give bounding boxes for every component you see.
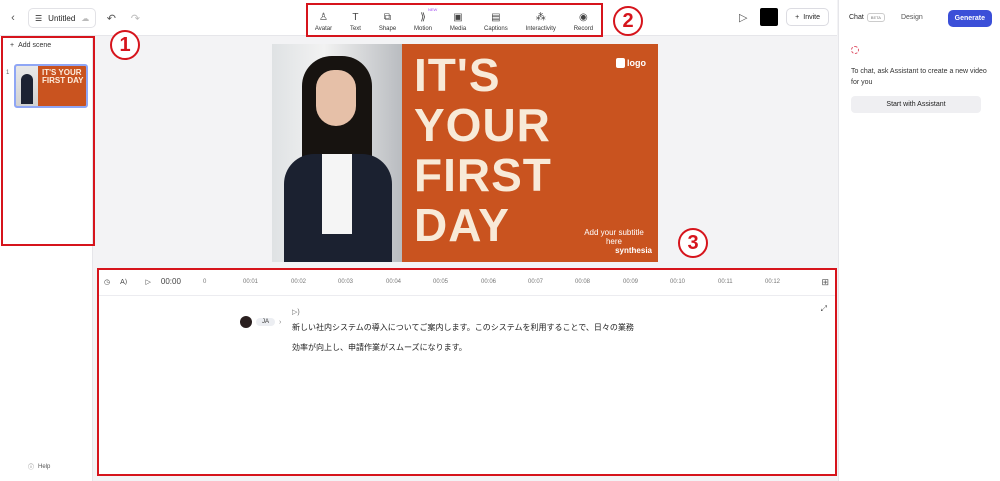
tab-chat[interactable]: Chat BETA [849,13,885,22]
top-bar-right: ▷ + Invite [734,8,829,26]
tab-design[interactable]: Design [901,14,923,21]
beta-badge: BETA [866,13,885,22]
help-icon: ⓘ [28,465,35,471]
chat-hint: To chat, ask Assistant to create a new v… [851,68,987,86]
annotation-box-2 [306,3,603,37]
annotation-box-1 [1,36,95,246]
document-title-box[interactable]: ☰ Untitled ☁ [28,8,97,28]
logo[interactable]: logo [616,58,646,68]
loading-icon [851,46,859,54]
app-window: ‹ ☰ Untitled ☁ ↶ ↷ ♙ Avatar T Text ⧉ Shape … [0,0,1000,481]
assistant-tabs: Chat BETA Design [849,13,923,22]
help-button[interactable]: ⓘ Help [28,462,50,472]
assistant-panel: Chat BETA Design Generate To chat, ask As… [838,0,1000,481]
logo-icon [616,58,625,68]
start-with-assistant-button[interactable]: Start with Assistant [851,96,981,113]
subtitle-text[interactable]: Add your subtitle here [584,228,644,246]
video-canvas[interactable]: IT'S YOUR FIRST DAY logo Add your subtit… [272,44,658,262]
redo-icon[interactable]: ↷ [126,9,144,27]
avatar-presenter[interactable] [272,44,402,262]
presenter-face [316,70,356,126]
top-bar-left: ‹ ☰ Untitled ☁ ↶ ↷ [4,8,144,28]
menu-icon[interactable]: ☰ [35,14,42,23]
generate-button[interactable]: Generate [947,10,992,27]
back-icon[interactable]: ‹ [4,9,22,27]
undo-icon[interactable]: ↶ [102,9,120,27]
annotation-number-1: 1 [110,30,140,60]
cloud-icon: ☁ [81,13,90,23]
brand-watermark: synthesia [615,246,652,255]
annotation-number-3: 3 [678,228,708,258]
annotation-number-2: 2 [613,6,643,36]
document-title[interactable]: Untitled [48,14,75,23]
headline-text[interactable]: IT'S YOUR FIRST DAY [414,50,644,250]
presenter-shirt [322,154,352,234]
annotation-box-3 [97,268,837,476]
background-color-swatch[interactable] [760,8,779,26]
invite-button[interactable]: + Invite [786,8,829,26]
play-preview-icon[interactable]: ▷ [734,8,752,26]
plus-icon: + [795,13,800,21]
